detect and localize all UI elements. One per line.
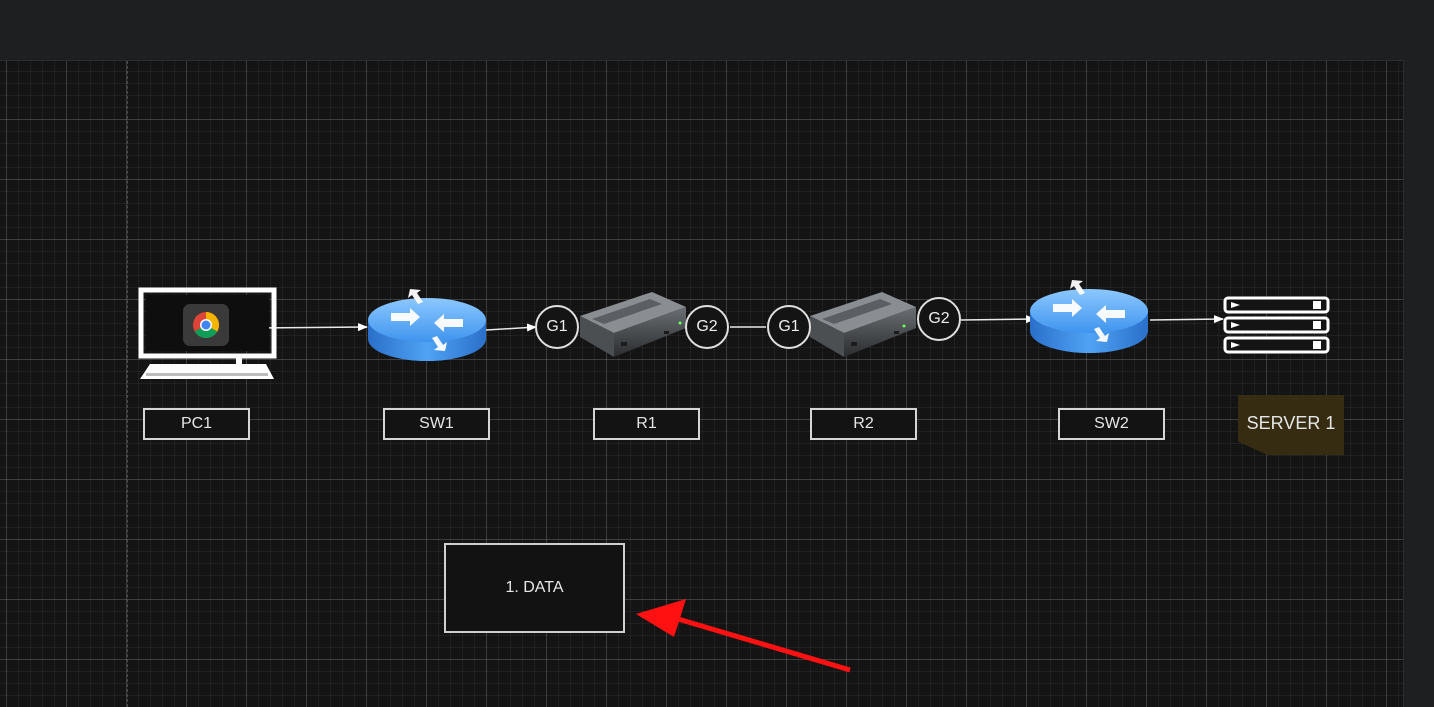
interface-r1-g1[interactable]: G1 bbox=[535, 305, 579, 349]
node-label-r1[interactable]: R1 bbox=[593, 408, 700, 440]
node-label-r2[interactable]: R2 bbox=[810, 408, 917, 440]
top-toolbar-area bbox=[0, 0, 1434, 60]
diagram-canvas[interactable]: G1 G2 G1 G2 PC1 SW1 R1 R2 SW2 SERVER 1 1… bbox=[0, 60, 1404, 707]
edge-r2-sw2[interactable] bbox=[960, 315, 1036, 324]
interface-r2-g2[interactable]: G2 bbox=[917, 297, 961, 341]
router-icon[interactable] bbox=[368, 289, 486, 361]
router-icon[interactable] bbox=[1030, 280, 1148, 353]
interface-r1-g2[interactable]: G2 bbox=[685, 305, 729, 349]
interface-r2-g1[interactable]: G1 bbox=[767, 305, 811, 349]
node-label-sw2[interactable]: SW2 bbox=[1058, 408, 1165, 440]
node-label-server1[interactable]: SERVER 1 bbox=[1238, 395, 1344, 455]
network-device-icon[interactable] bbox=[580, 292, 686, 357]
network-diagram bbox=[138, 280, 1330, 673]
red-pointer-arrow bbox=[636, 599, 851, 673]
network-device-icon[interactable] bbox=[810, 292, 916, 357]
edge-sw2-server1[interactable] bbox=[1149, 315, 1224, 324]
node-label-pc1[interactable]: PC1 bbox=[143, 408, 250, 440]
data-callout-box[interactable]: 1. DATA bbox=[444, 543, 625, 633]
node-label-sw1[interactable]: SW1 bbox=[383, 408, 490, 440]
server-rack-icon[interactable] bbox=[1223, 296, 1330, 354]
desktop-computer-chrome-icon[interactable] bbox=[138, 287, 277, 379]
